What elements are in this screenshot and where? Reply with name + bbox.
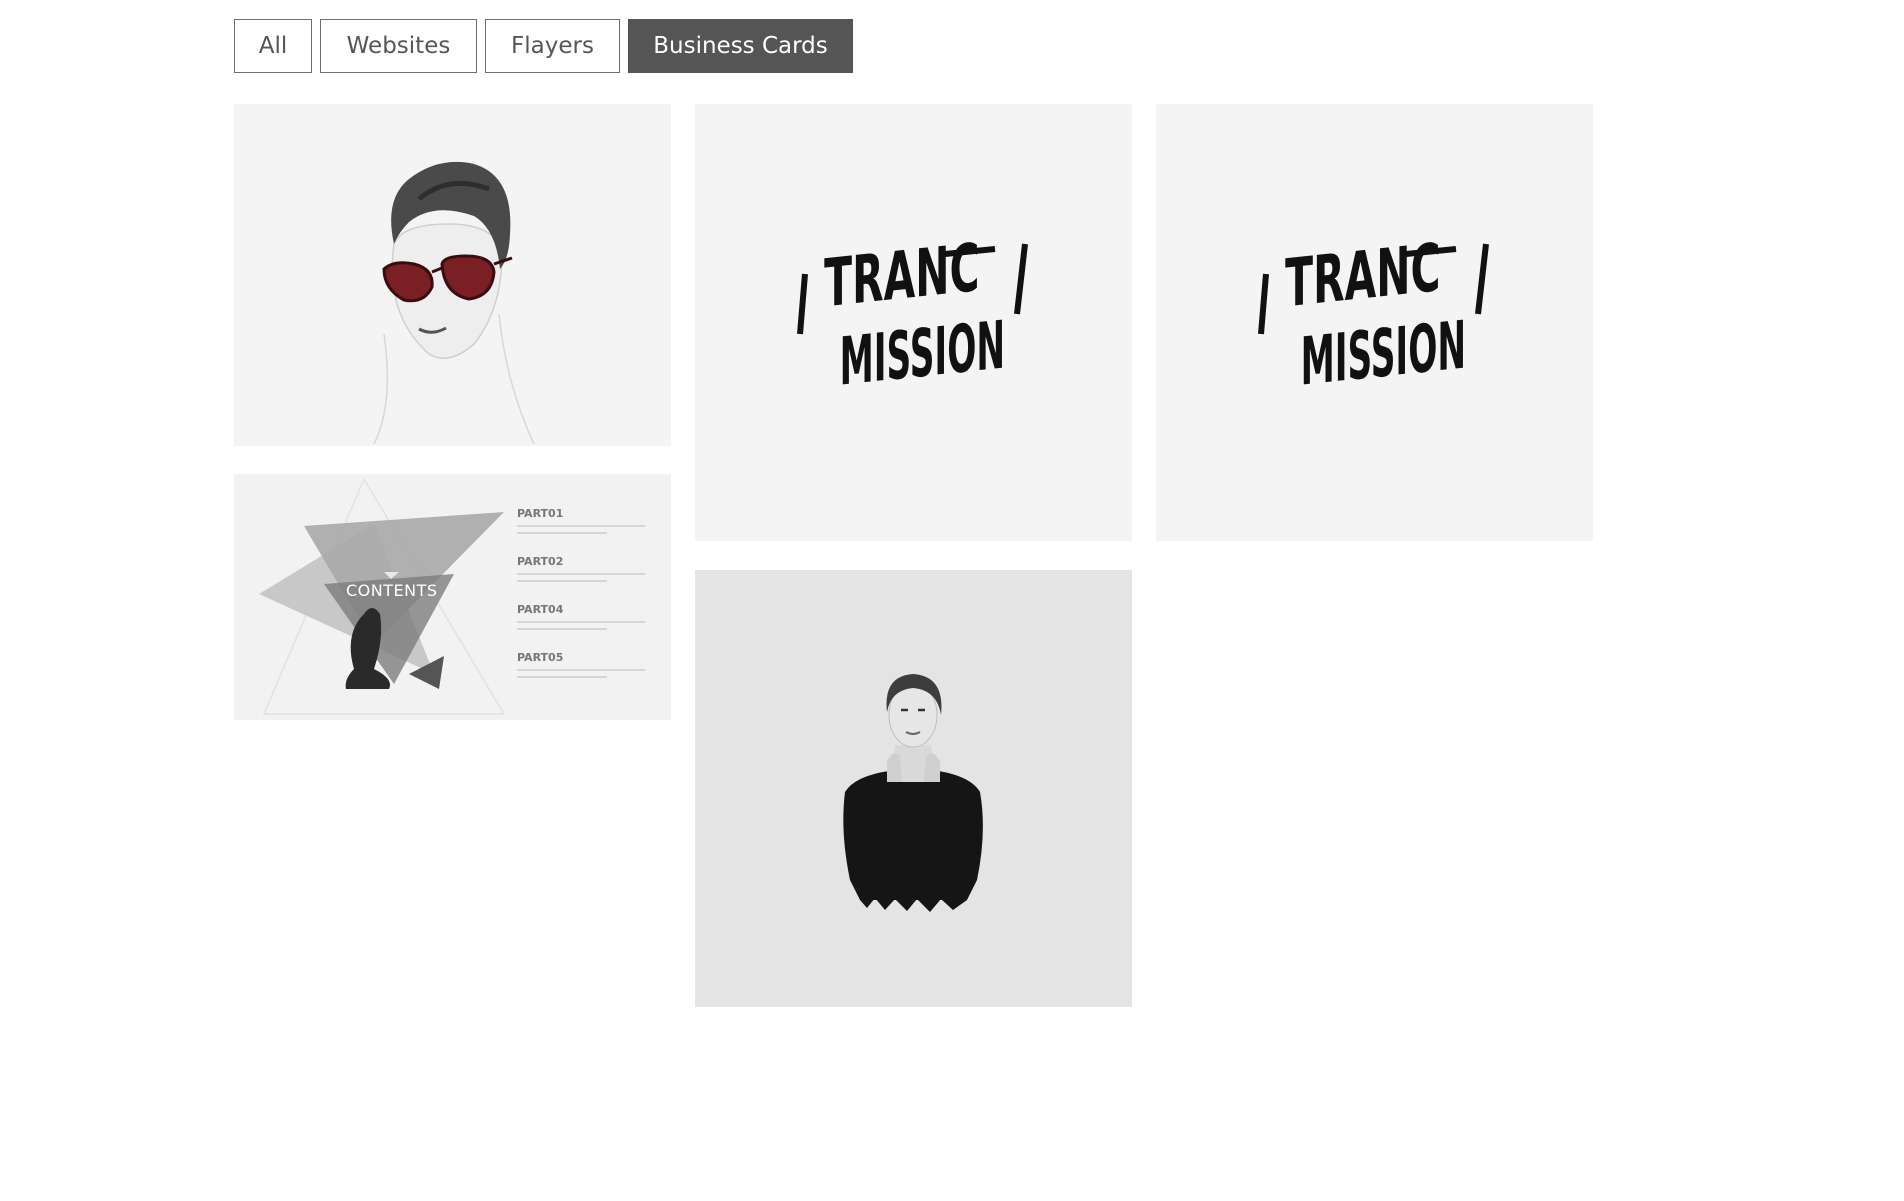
part-description-lines <box>517 621 645 623</box>
contents-part-item: PART05 <box>517 651 657 699</box>
contents-part-item: PART04 <box>517 603 657 651</box>
gallery-tile-transmission-logo[interactable]: TRANC MISSION <box>695 104 1132 541</box>
contents-part-item: PART01 <box>517 507 657 555</box>
part-description-lines <box>517 628 607 630</box>
gallery-tile-sunglasses-portrait[interactable] <box>234 104 671 446</box>
filter-button-flayers[interactable]: Flayers <box>485 19 620 73</box>
filter-button-all[interactable]: All <box>234 19 312 73</box>
part-description-lines <box>517 573 645 575</box>
transmission-logo-line2: MISSION <box>1301 307 1466 401</box>
contents-part-list: PART01 PART02 PART04 PART05 <box>517 507 657 699</box>
sweater-portrait-image <box>843 674 983 912</box>
part-description-lines <box>517 525 645 527</box>
part-label: PART05 <box>517 651 564 664</box>
filter-button-business-cards[interactable]: Business Cards <box>628 19 853 73</box>
part-description-lines <box>517 669 645 671</box>
gallery-tile-transmission-logo-2[interactable]: TRANC MISSION <box>1156 104 1593 541</box>
filter-button-websites[interactable]: Websites <box>320 19 477 73</box>
transmission-logo-image: TRANC MISSION <box>1258 229 1489 401</box>
portfolio-page: All Websites Flayers Business Cards CONT… <box>0 0 1904 1201</box>
transmission-logo-line1: TRANC <box>1285 229 1440 322</box>
part-label: PART02 <box>517 555 564 568</box>
part-label: PART04 <box>517 603 564 616</box>
part-description-lines <box>517 676 607 678</box>
sunglasses-portrait-image <box>373 161 535 445</box>
transmission-logo-image: TRANC MISSION <box>797 229 1028 401</box>
gallery-tile-sweater-portrait[interactable] <box>695 570 1132 1007</box>
gallery-tile-contents-slide[interactable]: CONTENTS PART01 PART02 PART04 PART05 <box>234 474 671 720</box>
part-label: PART01 <box>517 507 564 520</box>
portfolio-filter-bar: All Websites Flayers Business Cards <box>234 19 853 73</box>
contents-part-item: PART02 <box>517 555 657 603</box>
transmission-logo-line2: MISSION <box>840 307 1005 401</box>
part-description-lines <box>517 532 607 534</box>
contents-slide-title: CONTENTS <box>346 581 438 600</box>
transmission-logo-line1: TRANC <box>824 229 979 322</box>
part-description-lines <box>517 580 607 582</box>
